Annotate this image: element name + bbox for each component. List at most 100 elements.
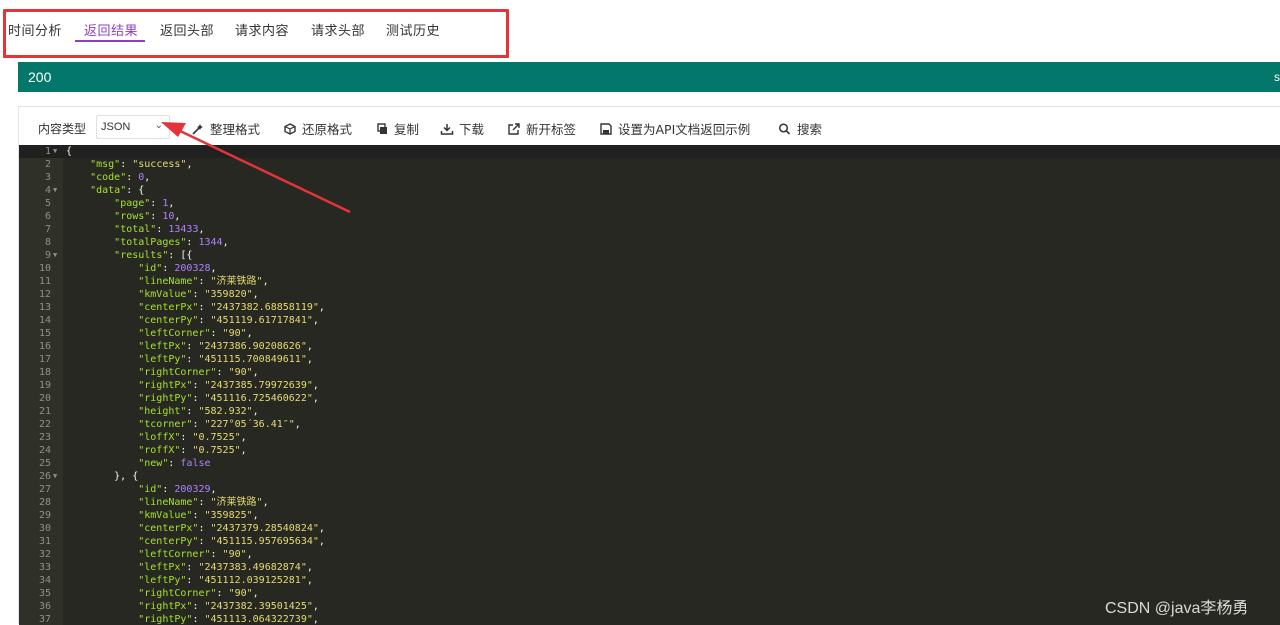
line-number: 17 bbox=[38, 354, 51, 365]
line-number: 8 bbox=[44, 237, 51, 248]
code-text: "rightPy": "451113.064322739", bbox=[138, 614, 319, 625]
code-text: { bbox=[66, 146, 73, 157]
code-line: 14 "centerPy": "451119.61717841", bbox=[19, 314, 1280, 327]
download-icon bbox=[440, 124, 454, 135]
line-number: 19 bbox=[38, 380, 51, 391]
search-label: 搜索 bbox=[797, 122, 823, 137]
code-line: 34 "leftPy": "451112.039125281", bbox=[19, 574, 1280, 587]
line-number: 13 bbox=[38, 302, 51, 313]
code-line: 28 "lineName": "济莱铁路", bbox=[19, 496, 1280, 509]
code-line: 31 "centerPy": "451115.957695634", bbox=[19, 535, 1280, 548]
code-text: "id": 200329, bbox=[138, 484, 217, 495]
fold-arrow-icon[interactable]: ▼ bbox=[53, 249, 57, 262]
code-line: 27 "id": 200329, bbox=[19, 483, 1280, 496]
line-number: 18 bbox=[38, 367, 51, 378]
line-number: 36 bbox=[38, 601, 51, 612]
set-api-example-button[interactable]: 设置为API文档返回示例 bbox=[599, 119, 750, 138]
line-number: 2 bbox=[44, 159, 51, 170]
copy-icon bbox=[377, 123, 387, 134]
content-type-value: JSON bbox=[101, 121, 131, 133]
line-number: 5 bbox=[44, 198, 51, 209]
line-number: 34 bbox=[38, 575, 51, 586]
line-number: 24 bbox=[38, 445, 51, 456]
code-line: 11 "lineName": "济莱铁路", bbox=[19, 275, 1280, 288]
code-line: 19 "rightPx": "2437385.79972639", bbox=[19, 379, 1280, 392]
code-text: "leftPx": "2437386.90208626", bbox=[138, 341, 313, 352]
code-line: 37 "rightPy": "451113.064322739", bbox=[19, 613, 1280, 625]
line-number: 30 bbox=[38, 523, 51, 534]
code-text: "kmValue": "359820", bbox=[138, 289, 259, 300]
code-text: "centerPx": "2437379.28540824", bbox=[138, 523, 325, 534]
code-line: 1 ▼ { bbox=[19, 145, 1280, 158]
line-number: 26 bbox=[38, 471, 51, 482]
fold-arrow-icon[interactable]: ▼ bbox=[53, 470, 57, 483]
line-number: 31 bbox=[38, 536, 51, 547]
line-number: 20 bbox=[38, 393, 51, 404]
code-text: "centerPy": "451115.957695634", bbox=[138, 536, 325, 547]
save-icon bbox=[600, 123, 612, 135]
line-number: 28 bbox=[38, 497, 51, 508]
code-text: "rightCorner": "90", bbox=[138, 367, 259, 378]
content-type-select[interactable]: JSON ⌄ bbox=[96, 115, 170, 139]
copy-button[interactable]: 复制 bbox=[375, 119, 419, 138]
fold-arrow-icon[interactable]: ▼ bbox=[53, 184, 57, 197]
line-number: 35 bbox=[38, 588, 51, 599]
result-tabs: 时间分析 返回结果 返回头部 请求内容 请求头部 测试历史 bbox=[0, 0, 1280, 58]
code-text: "leftPy": "451115.700849611", bbox=[138, 354, 313, 365]
new-tab-label: 新开标签 bbox=[526, 122, 577, 137]
content-type-label: 内容类型 bbox=[38, 122, 87, 136]
download-label: 下载 bbox=[459, 122, 485, 137]
code-line: 30 "centerPx": "2437379.28540824", bbox=[19, 522, 1280, 535]
line-number: 22 bbox=[38, 419, 51, 430]
code-line: 18 "rightCorner": "90", bbox=[19, 366, 1280, 379]
code-text: "results": [{ bbox=[114, 250, 193, 261]
line-number: 37 bbox=[38, 614, 51, 625]
code-line: 32 "leftCorner": "90", bbox=[19, 548, 1280, 561]
search-button[interactable]: 搜索 bbox=[778, 119, 822, 138]
line-number: 10 bbox=[38, 263, 51, 274]
code-line: 7 "total": 13433, bbox=[19, 223, 1280, 236]
watermark: CSDN @java李杨勇 bbox=[1105, 600, 1249, 617]
format-button[interactable]: 整理格式 bbox=[191, 119, 260, 138]
line-number: 12 bbox=[38, 289, 51, 300]
line-number: 3 bbox=[44, 172, 51, 183]
code-line: 3 "code": 0, bbox=[19, 171, 1280, 184]
code-line: 12 "kmValue": "359820", bbox=[19, 288, 1280, 301]
format-label: 整理格式 bbox=[210, 122, 261, 137]
json-code-editor[interactable]: 1 ▼{2 "msg": "success", 3 "code": 0, 4 ▼ "da… bbox=[19, 145, 1280, 625]
code-text: "leftPy": "451112.039125281", bbox=[138, 575, 313, 586]
code-text: "tcorner": "227°05´36.41″", bbox=[138, 419, 301, 430]
search-icon bbox=[778, 123, 791, 135]
tabs-highlight-box bbox=[3, 9, 509, 58]
code-text: "rightCorner": "90", bbox=[138, 588, 259, 599]
response-panel: 内容类型 JSON ⌄ 整理格式 还原格式 复制 下载 新开标签 设置为API文… bbox=[18, 106, 1280, 625]
set-api-example-label: 设置为API文档返回示例 bbox=[618, 122, 751, 137]
line-number: 21 bbox=[38, 406, 51, 417]
code-text: "lineName": "济莱铁路", bbox=[138, 276, 269, 287]
code-text: "id": 200328, bbox=[138, 263, 217, 274]
code-line: 9 ▼ "results": [{ bbox=[19, 249, 1280, 262]
code-line: 15 "leftCorner": "90", bbox=[19, 327, 1280, 340]
download-button[interactable]: 下载 bbox=[440, 119, 484, 138]
code-text: "rightPx": "2437382.39501425", bbox=[138, 601, 319, 612]
fold-arrow-icon[interactable]: ▼ bbox=[53, 145, 57, 158]
code-text: "rows": 10, bbox=[114, 211, 181, 222]
line-number: 33 bbox=[38, 562, 51, 573]
code-text: "loffX": "0.7525", bbox=[138, 432, 247, 443]
code-line: 4 ▼ "data": { bbox=[19, 184, 1280, 197]
response-toolbar: 内容类型 JSON ⌄ 整理格式 还原格式 复制 下载 新开标签 设置为API文… bbox=[19, 107, 1280, 145]
code-text: "msg": "success", bbox=[90, 159, 193, 170]
restore-button[interactable]: 还原格式 bbox=[283, 119, 352, 138]
code-text: "new": false bbox=[138, 458, 211, 469]
chevron-down-icon: ⌄ bbox=[154, 120, 163, 131]
cube-icon bbox=[284, 123, 296, 135]
code-text: "rightPx": "2437385.79972639", bbox=[138, 380, 319, 391]
line-number: 7 bbox=[44, 224, 51, 235]
new-tab-button[interactable]: 新开标签 bbox=[507, 119, 576, 138]
restore-label: 还原格式 bbox=[302, 122, 353, 137]
code-line: 24 "roffX": "0.7525", bbox=[19, 444, 1280, 457]
code-line: 6 "rows": 10, bbox=[19, 210, 1280, 223]
code-line: 35 "rightCorner": "90", bbox=[19, 587, 1280, 600]
code-line: 8 "totalPages": 1344, bbox=[19, 236, 1280, 249]
code-text: "lineName": "济莱铁路", bbox=[138, 497, 269, 508]
